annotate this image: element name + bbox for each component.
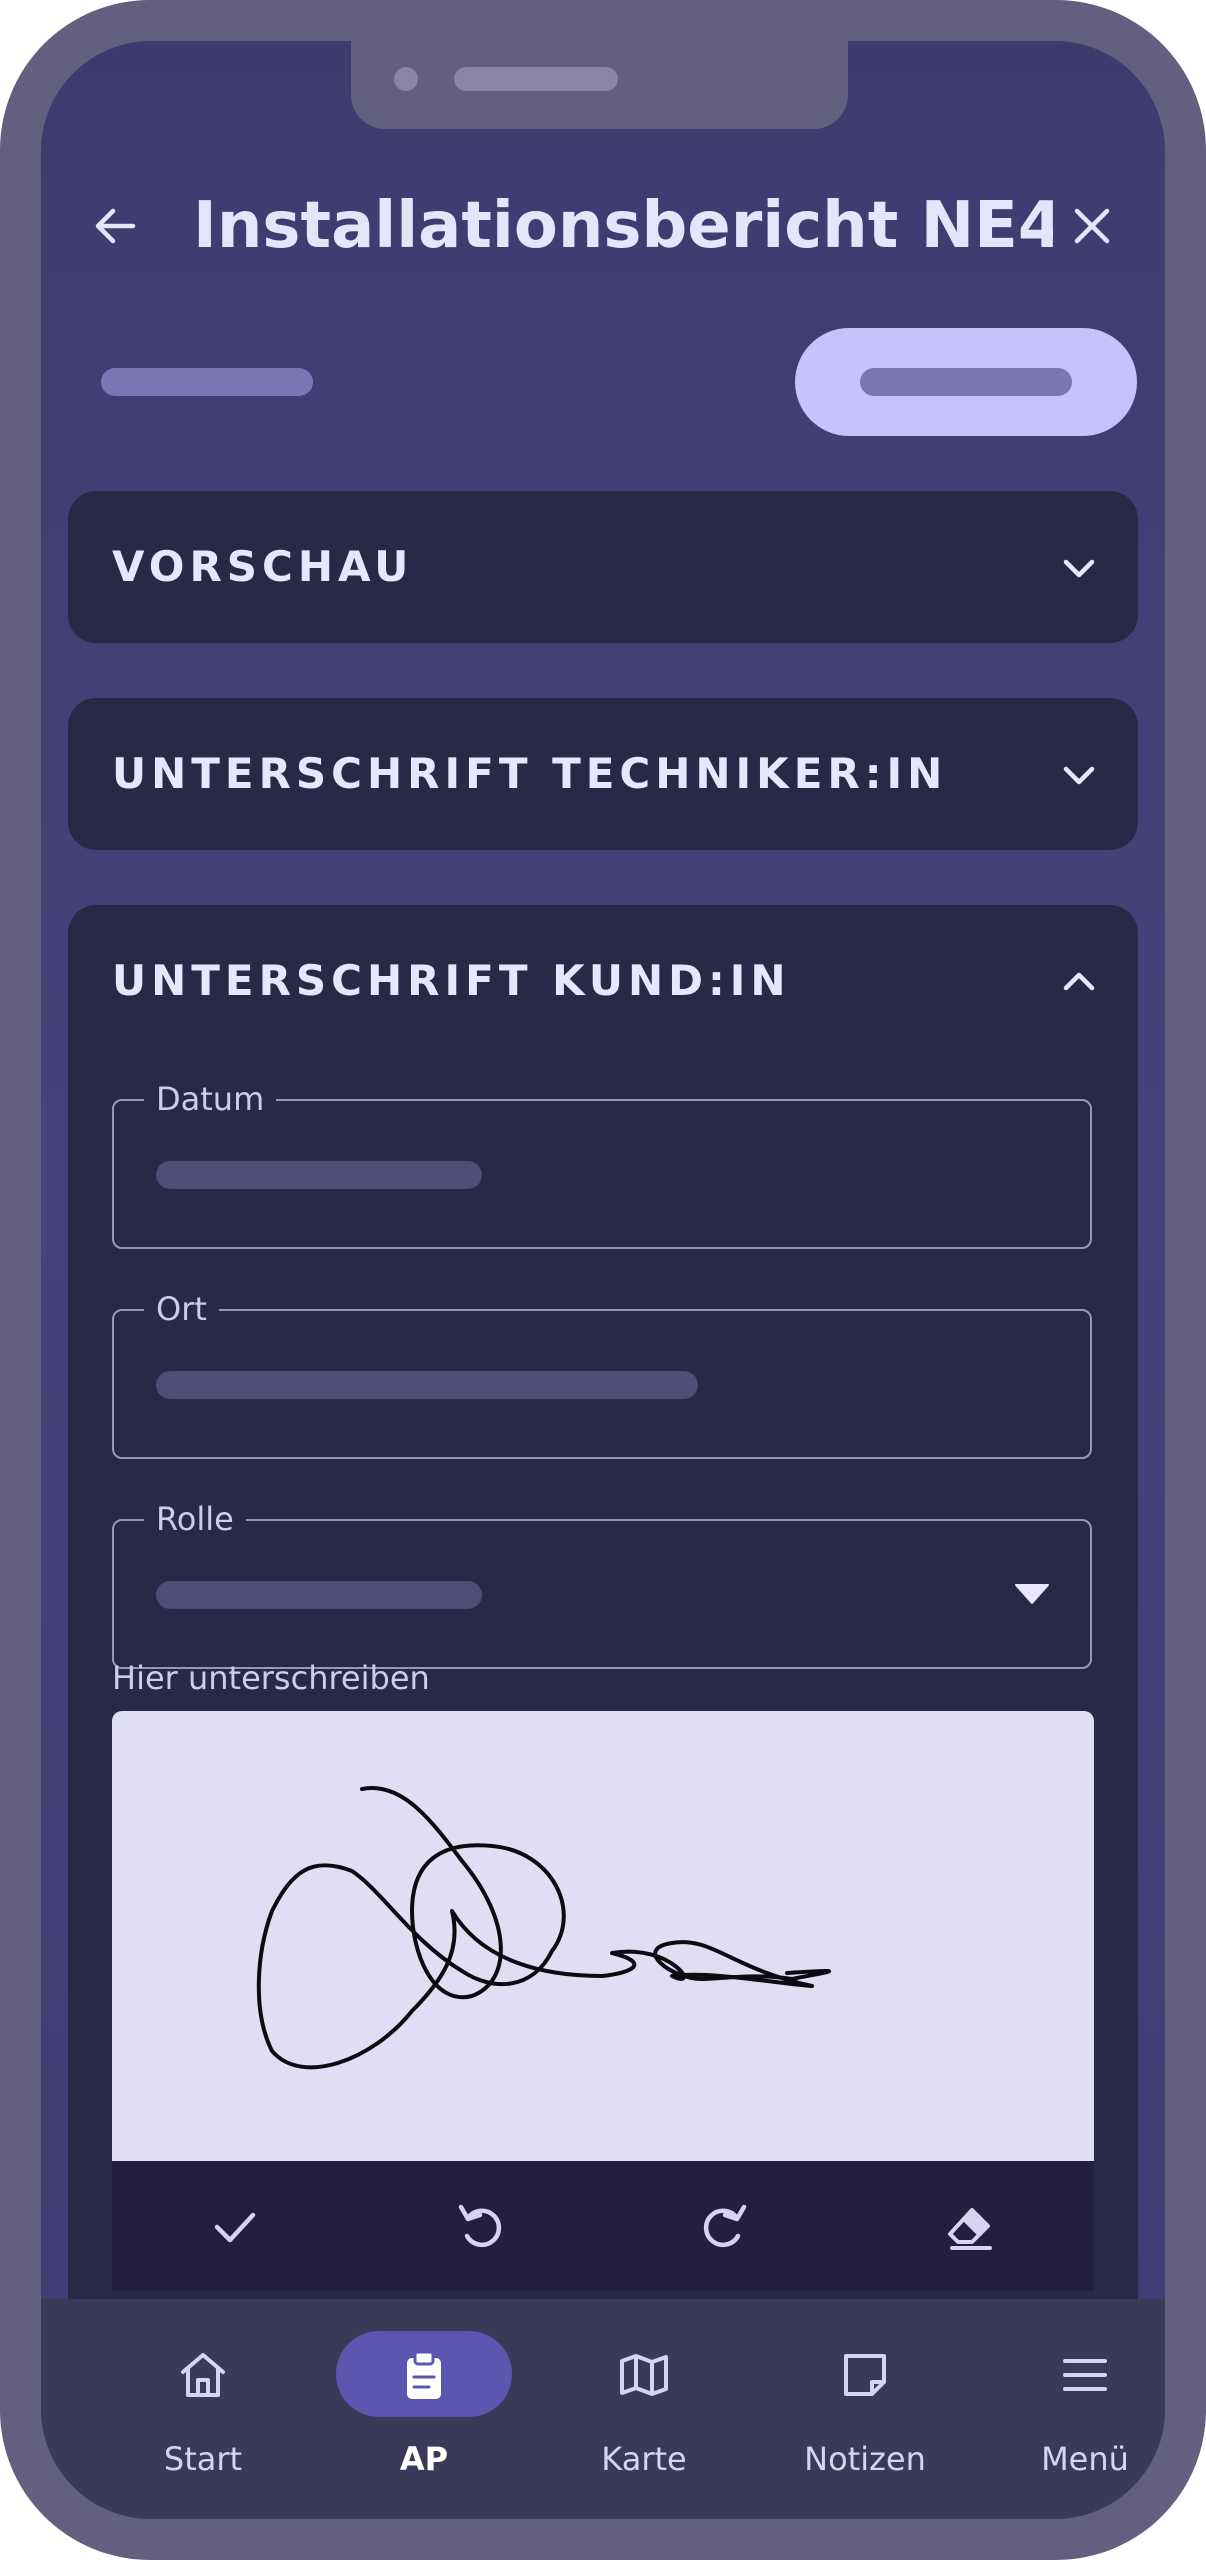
nav-item-karte[interactable]: Karte <box>532 2299 756 2499</box>
camera-icon <box>394 67 418 91</box>
page-title: Installationsbericht NE4 ... <box>193 189 1053 263</box>
nav-item-start[interactable]: Start <box>91 2299 315 2499</box>
top-app-bar: Installationsbericht NE4 ... <box>41 171 1165 281</box>
primary-action-button[interactable] <box>795 328 1137 436</box>
close-icon[interactable] <box>1065 199 1119 253</box>
app-screen: Installationsbericht NE4 ... VORSCHAU <box>41 41 1165 2519</box>
role-value-placeholder <box>156 1581 482 1609</box>
nav-item-notizen[interactable]: Notizen <box>753 2299 977 2499</box>
signature-stroke <box>256 1785 831 2070</box>
device-frame: Installationsbericht NE4 ... VORSCHAU <box>0 0 1206 2560</box>
bottom-navigation: Start AP Karte Notizen Menü <box>41 2299 1165 2519</box>
nav-label: AP <box>399 2440 449 2478</box>
clipboard-icon <box>407 2350 441 2399</box>
dropdown-arrow-icon <box>1015 1584 1049 1604</box>
section-technician-signature: UNTERSCHRIFT TECHNIKER:IN <box>68 698 1138 850</box>
role-select[interactable]: Rolle <box>112 1499 1092 1669</box>
chevron-down-icon <box>1063 559 1095 578</box>
status-placeholder <box>101 368 313 396</box>
map-icon <box>620 2354 668 2396</box>
nav-label: Karte <box>601 2440 687 2478</box>
place-field[interactable]: Ort <box>112 1289 1092 1459</box>
button-label-placeholder <box>860 368 1072 396</box>
nav-item-ap[interactable]: AP <box>312 2299 536 2499</box>
redo-icon[interactable] <box>697 2198 753 2254</box>
sticky-note-icon <box>844 2354 886 2396</box>
section-vorschau-header[interactable]: VORSCHAU <box>68 491 1138 643</box>
speaker-grille <box>454 67 618 91</box>
place-field-label: Ort <box>144 1289 219 1329</box>
arrow-left-icon[interactable] <box>89 199 143 253</box>
menu-icon <box>1063 2359 1107 2391</box>
check-icon[interactable] <box>207 2198 263 2254</box>
section-customer-signature-header[interactable]: UNTERSCHRIFT KUND:IN <box>68 905 1138 1057</box>
home-icon <box>181 2353 225 2397</box>
section-customer-signature: UNTERSCHRIFT KUND:IN Datum Ort Rolle Hie… <box>68 905 1138 2365</box>
section-vorschau: VORSCHAU <box>68 491 1138 643</box>
section-title: UNTERSCHRIFT TECHNIKER:IN <box>112 749 948 798</box>
signature-toolbar <box>112 2161 1094 2291</box>
date-value-placeholder <box>156 1161 482 1189</box>
signature-label: Hier unterschreiben <box>112 1659 430 1697</box>
undo-icon[interactable] <box>452 2198 508 2254</box>
date-field-label: Datum <box>144 1079 277 1119</box>
eraser-icon[interactable] <box>942 2198 998 2254</box>
signature-pad[interactable] <box>112 1711 1094 2161</box>
nav-label: Start <box>163 2440 243 2478</box>
nav-label: Notizen <box>804 2440 926 2478</box>
section-title: VORSCHAU <box>112 542 414 591</box>
nav-label: Menü <box>1041 2440 1129 2478</box>
date-field[interactable]: Datum <box>112 1079 1092 1249</box>
nav-item-menu[interactable]: Menü <box>973 2299 1165 2499</box>
device-notch <box>351 41 848 129</box>
section-title: UNTERSCHRIFT KUND:IN <box>112 956 791 1005</box>
place-value-placeholder <box>156 1371 698 1399</box>
section-technician-signature-header[interactable]: UNTERSCHRIFT TECHNIKER:IN <box>68 698 1138 850</box>
chevron-up-icon <box>1063 972 1095 991</box>
role-field-label: Rolle <box>144 1499 246 1539</box>
chevron-down-icon <box>1063 766 1095 785</box>
